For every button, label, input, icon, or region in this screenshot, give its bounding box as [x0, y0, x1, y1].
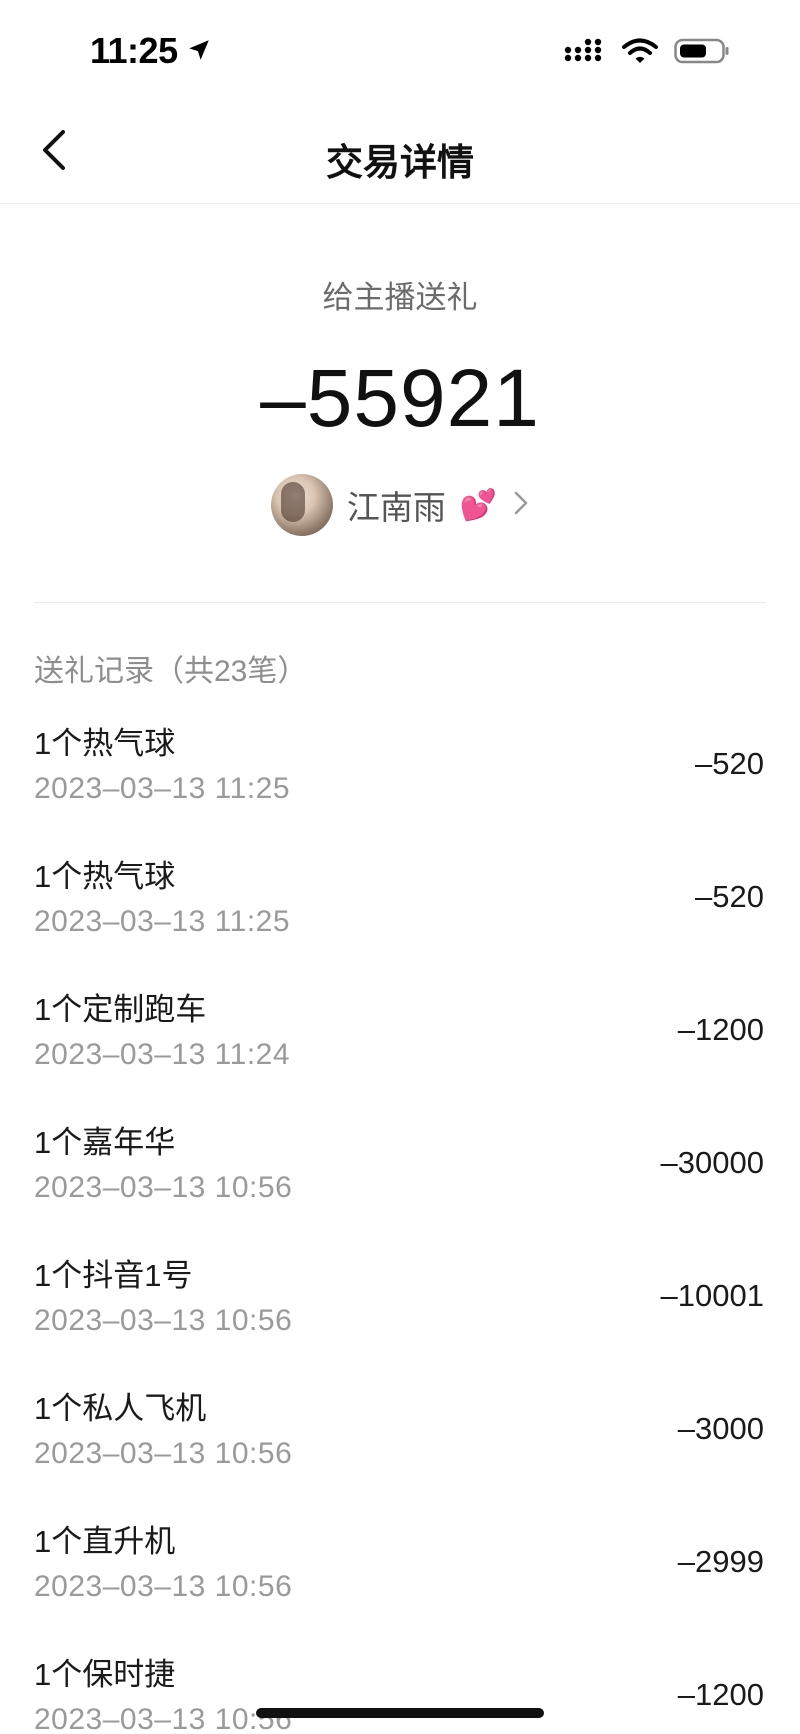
status-time: 11:25: [90, 30, 178, 71]
gift-time: 2023–03–13 10:56: [34, 1304, 293, 1337]
list-item: 1个定制跑车 2023–03–13 11:24 –1200: [34, 982, 764, 1115]
records-header: 送礼记录（共23笔）: [34, 655, 308, 688]
gift-amount: –10001: [660, 1278, 764, 1313]
location-arrow-icon: [186, 30, 212, 72]
status-time-group: 11:25: [90, 30, 212, 72]
list-item: 1个热气球 2023–03–13 11:25 –520: [34, 849, 764, 982]
gift-time: 2023–03–13 10:56: [34, 1171, 293, 1204]
transaction-type-label: 给主播送礼: [322, 280, 478, 315]
gift-amount: –30000: [660, 1145, 764, 1180]
status-bar: 11:25: [0, 0, 800, 100]
wifi-icon: [622, 38, 658, 69]
gift-name: 1个定制跑车: [34, 992, 207, 1027]
gift-time: 2023–03–13 11:25: [34, 772, 291, 805]
signal-icon: [564, 38, 606, 69]
gift-amount: –3000: [677, 1411, 764, 1446]
gift-amount: –1200: [677, 1012, 764, 1047]
chevron-right-icon: [513, 489, 529, 522]
gift-amount: –520: [695, 746, 764, 781]
total-amount: –55921: [260, 353, 540, 444]
records-list: 1个热气球 2023–03–13 11:25 –520 1个热气球 2023–0…: [34, 716, 764, 1734]
gift-amount: –2999: [677, 1544, 764, 1579]
gift-amount: –520: [695, 879, 764, 914]
list-item: 1个直升机 2023–03–13 10:56 –2999: [34, 1514, 764, 1647]
gift-time: 2023–03–13 10:56: [34, 1437, 293, 1470]
nav-bar: 交易详情: [0, 100, 800, 204]
battery-icon: [674, 38, 730, 69]
gift-time: 2023–03–13 10:56: [34, 1703, 293, 1734]
anchor-name: 江南雨: [346, 489, 446, 526]
gift-name: 1个热气球: [34, 726, 176, 761]
list-item: 1个保时捷 2023–03–13 10:56 –1200: [34, 1647, 764, 1734]
list-item: 1个嘉年华 2023–03–13 10:56 –30000: [34, 1115, 764, 1248]
list-item: 1个抖音1号 2023–03–13 10:56 –10001: [34, 1248, 764, 1381]
gift-amount: –1200: [677, 1677, 764, 1712]
heart-emoji: 💕: [459, 488, 498, 522]
gift-name: 1个热气球: [34, 859, 176, 894]
page-title: 交易详情: [326, 142, 474, 183]
status-icons: [564, 38, 730, 69]
gift-time: 2023–03–13 11:24: [34, 1038, 291, 1071]
anchor-avatar: [270, 474, 333, 536]
gift-name: 1个保时捷: [34, 1657, 176, 1692]
gift-name: 1个嘉年华: [34, 1125, 176, 1160]
gift-time: 2023–03–13 11:25: [34, 905, 291, 938]
home-indicator[interactable]: [256, 1708, 544, 1718]
gift-time: 2023–03–13 10:56: [34, 1570, 293, 1603]
gift-name: 1个私人飞机: [34, 1391, 207, 1426]
anchor-link[interactable]: 江南雨 💕: [0, 474, 800, 536]
transaction-detail-screen: 11:25 交易详情 给主播送礼 –55921 江南雨 💕 送礼记录（共23笔）…: [0, 0, 800, 1734]
list-item: 1个私人飞机 2023–03–13 10:56 –3000: [34, 1381, 764, 1514]
gift-name: 1个直升机: [34, 1524, 176, 1559]
gift-name: 1个抖音1号: [34, 1258, 193, 1293]
list-item: 1个热气球 2023–03–13 11:25 –520: [34, 716, 764, 849]
divider: [34, 602, 766, 603]
